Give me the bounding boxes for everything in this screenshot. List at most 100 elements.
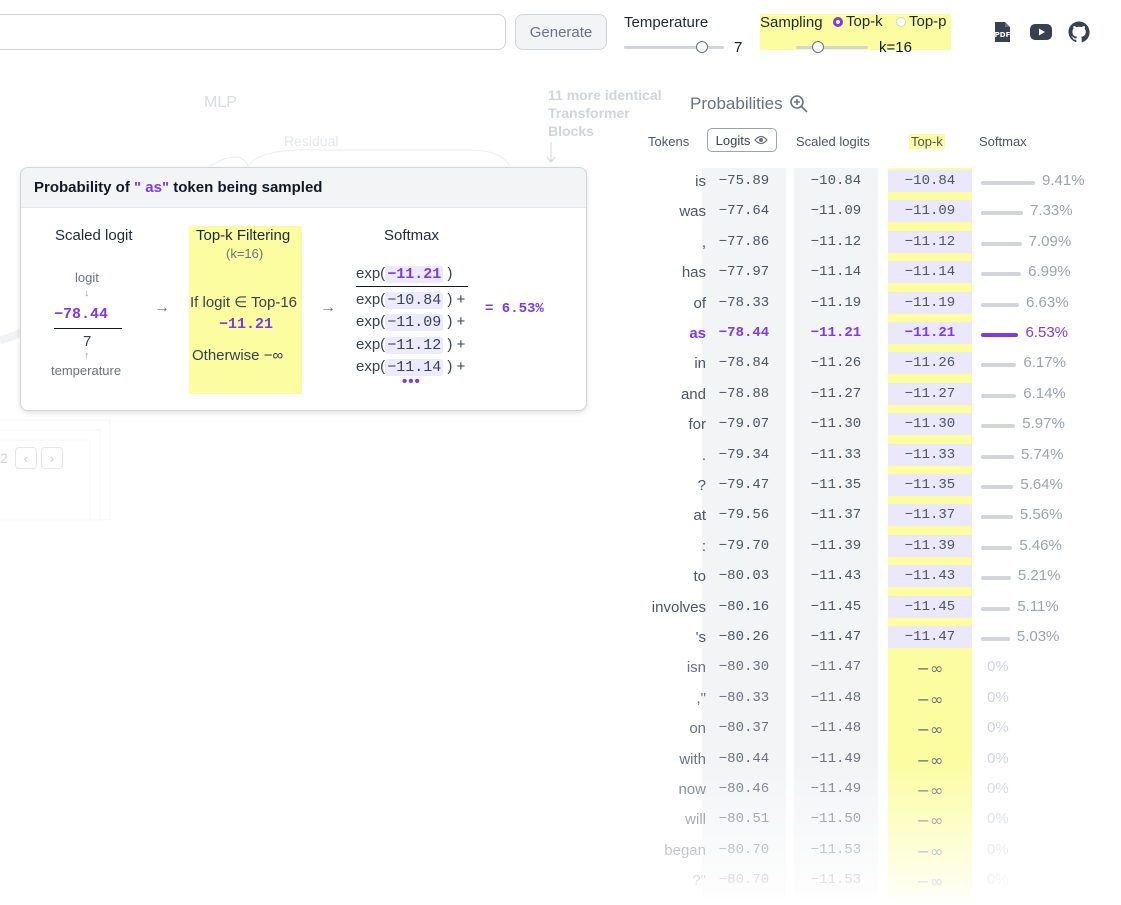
logit-cell: −77.86	[718, 233, 770, 250]
table-row[interactable]: isn −80.30 −11.47 −∞ 0%	[620, 654, 1100, 684]
scaled-logit-cell: −11.30	[810, 416, 862, 433]
logit-cell: −80.33	[718, 689, 770, 706]
temperature-slider-thumb[interactable]	[696, 41, 708, 53]
arrow-right-icon: →	[320, 299, 336, 316]
topk-cell: −11.45	[904, 598, 956, 615]
table-row[interactable]: on −80.37 −11.48 −∞ 0%	[620, 715, 1100, 745]
table-row[interactable]: for −79.07 −11.30 −11.30 5.97%	[620, 411, 1100, 441]
logit-cell: −79.07	[718, 416, 770, 433]
topk-cell: −11.30	[904, 416, 956, 433]
probability-bar	[981, 211, 1024, 216]
logit-cell: −79.70	[718, 537, 770, 554]
table-row[interactable]: and −78.88 −11.27 −11.27 6.14%	[620, 381, 1100, 411]
probability-bar	[981, 241, 1022, 246]
k-slider-thumb[interactable]	[811, 41, 824, 53]
topk-cell: −∞	[916, 689, 944, 709]
topk-cell: −11.26	[904, 355, 956, 372]
sampling-label: Sampling	[760, 14, 823, 31]
table-row[interactable]: ," −80.33 −11.48 −∞ 0%	[620, 685, 1100, 715]
zoom-in-icon[interactable]	[789, 94, 809, 114]
table-row[interactable]: has −77.97 −11.14 −11.14 6.99%	[620, 259, 1100, 289]
more-blocks-note: 11 more identical Transformer Blocks	[548, 87, 662, 139]
prev-page-button[interactable]: ‹	[15, 447, 37, 469]
topk-cell: −11.47	[904, 629, 956, 645]
table-row[interactable]: in −78.84 −11.26 −11.26 6.17%	[620, 350, 1100, 380]
table-row[interactable]: , −77.86 −11.12 −11.12 7.09%	[620, 229, 1100, 259]
table-row[interactable]: to −80.03 −11.43 −11.43 5.21%	[620, 563, 1100, 593]
table-row[interactable]: as −78.44 −11.21 −11.21 6.53%	[620, 320, 1100, 350]
table-row[interactable]: now −80.46 −11.49 −∞ 0%	[620, 776, 1100, 806]
logit-cell: −80.26	[718, 629, 770, 645]
scaled-logit-cell: −11.45	[810, 598, 862, 615]
table-row[interactable]: at −79.56 −11.37 −11.37 5.56%	[620, 502, 1100, 532]
generate-button[interactable]: Generate	[515, 14, 607, 50]
logits-toggle-button[interactable]: Logits	[707, 128, 777, 152]
logit-cell: −78.33	[718, 294, 770, 311]
probability-value: 5.56%	[1019, 506, 1063, 524]
topk-radio[interactable]	[833, 17, 843, 27]
k-slider-track[interactable]	[796, 46, 868, 49]
table-row[interactable]: was −77.64 −11.09 −11.09 7.33%	[620, 198, 1100, 228]
table-row[interactable]: will −80.51 −11.50 −∞ 0%	[620, 806, 1100, 836]
table-row[interactable]: ? −79.47 −11.35 −11.35 5.64%	[620, 472, 1100, 502]
scaled-logit-cell: −11.53	[810, 872, 862, 889]
scaled-logit-cell: −11.49	[810, 781, 862, 797]
table-row[interactable]: 's −80.26 −11.47 −11.47 5.03%	[620, 624, 1100, 654]
probability-bar	[981, 393, 1017, 398]
arrow-up-icon: ↑	[84, 350, 90, 362]
scaled-logit-cell: −11.37	[810, 507, 862, 524]
pdf-icon[interactable]: PDF	[990, 20, 1014, 44]
probability-bar	[981, 272, 1022, 277]
table-row[interactable]: involves −80.16 −11.45 −11.45 5.11%	[620, 594, 1100, 624]
github-icon[interactable]	[1067, 20, 1091, 44]
topp-radio-label[interactable]: Top-p	[909, 13, 947, 30]
svg-text:PDF: PDF	[995, 31, 1011, 39]
logit-value: −78.44	[54, 306, 109, 323]
popup-title: Probability of " as" token being sampled	[21, 168, 586, 208]
scaled-logit-cell: −11.53	[810, 841, 862, 858]
probability-bar	[981, 485, 1014, 489]
logit-cell: −80.30	[718, 659, 770, 676]
topk-cell: −11.43	[904, 568, 956, 585]
topk-cell: −11.12	[904, 233, 956, 250]
topk-cell: −∞	[916, 659, 944, 679]
table-row[interactable]: is −75.89 −10.84 −10.84 9.41%	[620, 168, 1100, 198]
probability-value: 0%	[987, 871, 1009, 889]
temperature-label: Temperature	[624, 14, 709, 31]
probability-bar	[981, 424, 1016, 429]
topk-cell: −11.37	[904, 507, 956, 524]
temperature-slider-track[interactable]	[624, 46, 724, 49]
probability-value: 0%	[987, 719, 1009, 737]
topk-condition: If logit ∈ Top-16	[190, 294, 298, 311]
topk-cell: −∞	[916, 720, 944, 740]
table-row[interactable]: ?" −80.70 −11.53 −∞ 0%	[620, 867, 1100, 897]
next-page-button[interactable]: ›	[41, 447, 63, 469]
scaled-logit-cell: −10.84	[810, 173, 862, 189]
topk-cell: −11.39	[904, 537, 956, 554]
scaled-logit-cell: −11.47	[810, 629, 862, 645]
logit-cell: −77.64	[718, 203, 770, 220]
table-row[interactable]: of −78.33 −11.19 −11.19 6.63%	[620, 290, 1100, 320]
softmax-denominator-term: exp(−11.09 ) +	[356, 313, 466, 331]
table-row[interactable]: . −79.34 −11.33 −11.33 5.74%	[620, 442, 1100, 472]
temperature-divisor: 7	[83, 333, 92, 350]
probability-bar	[981, 637, 1010, 641]
table-row[interactable]: : −79.70 −11.39 −11.39 5.46%	[620, 533, 1100, 563]
token-label: involves	[651, 598, 706, 616]
youtube-icon[interactable]	[1029, 20, 1053, 44]
topk-cell: −10.84	[904, 173, 956, 189]
scaled-logit-cell: −11.49	[810, 750, 862, 767]
logit-cell: −80.37	[718, 720, 770, 737]
topk-cell: −∞	[916, 750, 944, 770]
logit-cell: −79.34	[718, 446, 770, 463]
scaled-logit-cell: −11.26	[810, 355, 862, 372]
prompt-input[interactable]	[0, 14, 506, 50]
topk-radio-label[interactable]: Top-k	[846, 13, 883, 30]
scaled-logit-cell: −11.09	[810, 203, 862, 220]
topk-cell: −11.33	[904, 446, 956, 463]
table-row[interactable]: began −80.70 −11.53 −∞ 0%	[620, 837, 1100, 867]
topp-radio[interactable]	[896, 17, 906, 27]
probability-bar	[981, 333, 1019, 337]
table-row[interactable]: with −80.44 −11.49 −∞ 0%	[620, 746, 1100, 776]
scaled-logit-cell: −11.35	[810, 477, 862, 493]
